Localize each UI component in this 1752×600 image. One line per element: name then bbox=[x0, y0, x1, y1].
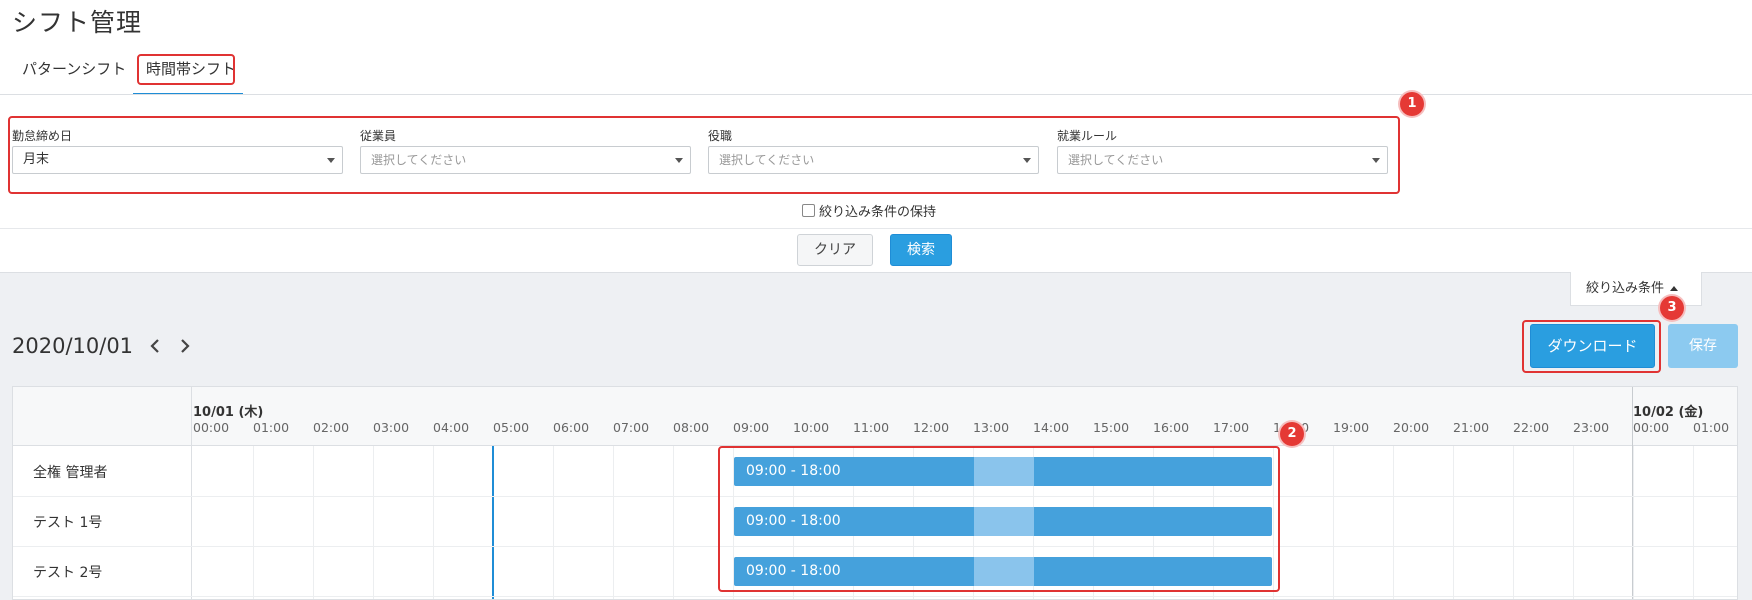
filters-highlight-box bbox=[8, 116, 1400, 194]
search-button[interactable]: 検索 bbox=[890, 234, 952, 266]
chevron-left-icon bbox=[150, 339, 159, 353]
next-day-button[interactable] bbox=[176, 334, 194, 358]
hour-label: 03:00 bbox=[373, 420, 410, 435]
day1-header: 10/01 (木) bbox=[193, 405, 264, 420]
hour-label: 15:00 bbox=[1093, 420, 1130, 435]
hour-gridline bbox=[1693, 446, 1694, 599]
hour-label: 01:00 bbox=[253, 420, 290, 435]
row-divider bbox=[13, 596, 1737, 597]
hour-gridline bbox=[1333, 446, 1334, 599]
hour-label: 13:00 bbox=[973, 420, 1010, 435]
hour-gridline bbox=[1393, 446, 1394, 599]
employee-name: テスト 1号 bbox=[33, 515, 103, 531]
hour-label: 16:00 bbox=[1153, 420, 1190, 435]
day-boundary-line bbox=[1632, 387, 1633, 599]
hour-gridline bbox=[673, 446, 674, 599]
hour-label: 00:00 bbox=[1633, 420, 1670, 435]
hour-gridline bbox=[313, 446, 314, 599]
employee-name: 全権 管理者 bbox=[33, 465, 108, 481]
hour-label: 07:00 bbox=[613, 420, 650, 435]
clear-button[interactable]: クリア bbox=[797, 234, 873, 266]
hour-label: 05:00 bbox=[493, 420, 530, 435]
tab-pattern-shift[interactable]: パターンシフト bbox=[22, 58, 126, 92]
hour-label: 21:00 bbox=[1453, 420, 1490, 435]
hour-label: 14:00 bbox=[1033, 420, 1070, 435]
save-button[interactable]: 保存 bbox=[1668, 324, 1738, 368]
hour-label: 10:00 bbox=[793, 420, 830, 435]
tab-highlight-box bbox=[137, 54, 235, 85]
hour-gridline bbox=[553, 446, 554, 599]
hour-label: 08:00 bbox=[673, 420, 710, 435]
hour-gridline bbox=[373, 446, 374, 599]
hour-label: 19:00 bbox=[1333, 420, 1370, 435]
callout-badge-2: 2 bbox=[1280, 422, 1304, 446]
hour-gridline bbox=[253, 446, 254, 599]
hour-gridline bbox=[1633, 446, 1634, 599]
hour-gridline bbox=[433, 446, 434, 599]
keep-conditions-label: 絞り込み条件の保持 bbox=[819, 205, 937, 220]
download-highlight-box bbox=[1522, 320, 1661, 373]
page-title: シフト管理 bbox=[12, 8, 143, 37]
hour-label: 06:00 bbox=[553, 420, 590, 435]
employee-name: テスト 2号 bbox=[33, 565, 103, 581]
prev-day-button[interactable] bbox=[146, 334, 164, 358]
shifts-highlight-box bbox=[718, 446, 1280, 592]
hour-gridline bbox=[1513, 446, 1514, 599]
chevron-up-icon bbox=[1670, 286, 1679, 291]
timeline-header bbox=[13, 387, 1737, 446]
filter-toggle-label: 絞り込み条件 bbox=[1586, 281, 1665, 296]
chevron-right-icon bbox=[181, 339, 190, 353]
hour-label: 00:00 bbox=[193, 420, 230, 435]
keep-conditions-checkbox[interactable] bbox=[802, 204, 815, 217]
hour-label: 02:00 bbox=[313, 420, 350, 435]
hour-gridline bbox=[1453, 446, 1454, 599]
callout-badge-1: 1 bbox=[1400, 92, 1424, 116]
hour-label: 04:00 bbox=[433, 420, 470, 435]
hour-label: 20:00 bbox=[1393, 420, 1430, 435]
hour-label: 22:00 bbox=[1513, 420, 1550, 435]
hour-gridline bbox=[613, 446, 614, 599]
hour-label: 11:00 bbox=[853, 420, 890, 435]
hour-gridline bbox=[1573, 446, 1574, 599]
hour-label: 17:00 bbox=[1213, 420, 1250, 435]
day2-header: 10/02 (金) bbox=[1633, 405, 1704, 420]
divider bbox=[0, 228, 1752, 229]
hour-label: 23:00 bbox=[1573, 420, 1610, 435]
keep-conditions-checkbox-row[interactable]: 絞り込み条件の保持 bbox=[802, 201, 936, 220]
hour-label: 09:00 bbox=[733, 420, 770, 435]
callout-badge-3: 3 bbox=[1660, 296, 1684, 320]
tabs-divider bbox=[0, 94, 1752, 95]
current-time-line bbox=[492, 446, 494, 599]
current-date: 2020/10/01 bbox=[12, 334, 134, 358]
hour-label: 01:00 bbox=[1693, 420, 1730, 435]
hour-label: 12:00 bbox=[913, 420, 950, 435]
